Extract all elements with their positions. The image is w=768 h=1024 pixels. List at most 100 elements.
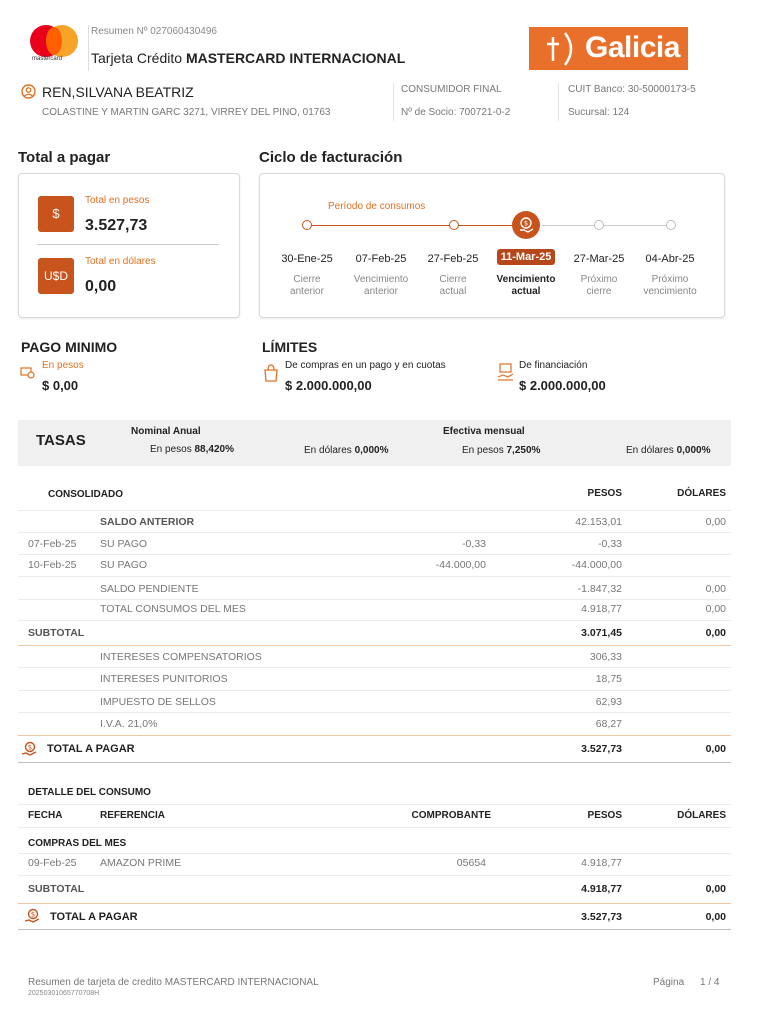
user-icon bbox=[21, 84, 36, 99]
extra-pesos: 306,33 bbox=[589, 651, 622, 663]
row-referencia: AMAZON PRIME bbox=[100, 857, 182, 869]
total-a-pagar-card: $ Total en pesos 3.527,73 U$D Total en d… bbox=[18, 173, 240, 318]
col-dolares-header: DÓLARES bbox=[677, 810, 726, 821]
dolares-amount: 0,00 bbox=[85, 278, 117, 295]
total-pesos: 3.527,73 bbox=[581, 743, 622, 755]
footer-text: Resumen de tarjeta de credito MASTERCARD… bbox=[28, 977, 319, 988]
periodo-label: Período de consumos bbox=[328, 201, 426, 212]
galicia-emblem-icon bbox=[547, 32, 573, 66]
galicia-logo: Galicia bbox=[529, 27, 688, 70]
table-divider-strong bbox=[18, 929, 731, 930]
nominal-pesos-label: En pesos bbox=[150, 444, 192, 455]
timeline-label: anterior bbox=[290, 286, 324, 297]
timeline-line-current bbox=[457, 225, 514, 226]
client-divider-2 bbox=[558, 83, 559, 121]
extra-pesos: 68,27 bbox=[595, 718, 622, 730]
row-dolares: 0,00 bbox=[705, 603, 726, 615]
timeline-item: 30-Ene-25 Cierre anterior bbox=[271, 249, 343, 298]
timeline-label: actual bbox=[439, 286, 467, 297]
table-divider bbox=[18, 532, 731, 533]
limite-financiacion-label: De financiación bbox=[519, 360, 588, 371]
row-comprobante: 05654 bbox=[456, 857, 486, 869]
svg-text:$: $ bbox=[524, 220, 528, 228]
client-divider bbox=[393, 83, 394, 121]
consolidado-title: CONSOLIDADO bbox=[48, 489, 123, 500]
col-dolares-header: DÓLARES bbox=[677, 488, 726, 499]
extra-desc: I.V.A. 21,0% bbox=[100, 718, 158, 730]
row-dolares: 0,00 bbox=[705, 516, 726, 528]
row-fecha: 09-Feb-25 bbox=[28, 857, 77, 869]
total-pesos: 3.527,73 bbox=[581, 911, 622, 923]
table-divider-accent bbox=[18, 735, 731, 736]
timeline-item-active: 11-Mar-25 Vencimiento actual bbox=[490, 247, 562, 298]
extra-desc: INTERESES COMPENSATORIOS bbox=[100, 651, 262, 663]
timeline-item: 27-Mar-25 Próximo cierre bbox=[563, 249, 635, 298]
payment-hand-icon: $ bbox=[520, 217, 534, 233]
client-address: COLASTINE Y MARTIN GARC 3271, VIRREY DEL… bbox=[42, 107, 331, 118]
detalle-title: DETALLE DEL CONSUMO bbox=[28, 787, 151, 798]
table-divider bbox=[18, 690, 731, 691]
table-divider-accent bbox=[18, 645, 731, 646]
timeline-dot-proximo-cierre bbox=[594, 220, 604, 230]
subtotal-label: SUBTOTAL bbox=[28, 883, 85, 895]
timeline-dot-cierre-anterior bbox=[302, 220, 312, 230]
card-title-name: MASTERCARD INTERNACIONAL bbox=[185, 50, 406, 66]
svg-text:$: $ bbox=[31, 911, 35, 919]
dolares-label: Total en dólares bbox=[85, 256, 156, 267]
cash-icon bbox=[20, 367, 35, 379]
resumen-number: Resumen Nº 027060430496 bbox=[91, 26, 217, 37]
efectiva-dolares-label: En dólares bbox=[626, 445, 674, 456]
timeline-label: cierre bbox=[586, 286, 612, 297]
efectiva-dolares-value: 0,000% bbox=[676, 445, 711, 456]
table-divider bbox=[18, 853, 731, 854]
financing-icon bbox=[497, 363, 514, 381]
table-divider bbox=[18, 804, 731, 805]
shopping-bag-icon bbox=[264, 364, 278, 382]
timeline-label: Vencimiento bbox=[496, 274, 556, 285]
group-label: COMPRAS DEL MES bbox=[28, 838, 127, 849]
limites-title: LÍMITES bbox=[262, 339, 318, 355]
nominal-dolares-value: 0,000% bbox=[354, 445, 389, 456]
total-label: TOTAL A PAGAR bbox=[50, 911, 138, 923]
galicia-logo-text: Galicia bbox=[585, 31, 680, 64]
card-divider bbox=[37, 244, 219, 245]
timeline-label: Vencimiento bbox=[353, 274, 409, 285]
row-pesos: 4.918,77 bbox=[581, 857, 622, 869]
row-pesos: -1.847,32 bbox=[577, 583, 622, 595]
timeline-label: Cierre bbox=[439, 274, 467, 285]
table-divider bbox=[18, 599, 731, 600]
pago-minimo-value: $ 0,00 bbox=[42, 378, 79, 393]
subtotal-pesos: 4.918,77 bbox=[581, 883, 622, 895]
timeline-date: 27-Feb-25 bbox=[427, 253, 479, 265]
col-referencia-header: REFERENCIA bbox=[100, 810, 166, 821]
client-name: REN,SILVANA BEATRIZ bbox=[42, 84, 194, 100]
tasas-panel bbox=[18, 420, 731, 466]
footer-code: 20250301065770708H bbox=[28, 990, 100, 997]
col-pesos-header: PESOS bbox=[587, 488, 622, 499]
row-dolares: 0,00 bbox=[705, 583, 726, 595]
row-pesos: 42.153,01 bbox=[575, 516, 622, 528]
table-divider bbox=[18, 554, 731, 555]
table-divider bbox=[18, 827, 731, 828]
nominal-dolares: En dólares 0,000% bbox=[304, 445, 389, 456]
timeline-dot-cierre-actual bbox=[449, 220, 459, 230]
timeline-item: 07-Feb-25 Vencimiento anterior bbox=[345, 249, 417, 298]
col-pesos-header: PESOS bbox=[587, 810, 622, 821]
timeline-label: Próximo bbox=[651, 274, 689, 285]
bank-sucursal: Sucursal: 124 bbox=[568, 107, 630, 118]
row-amount: -0,33 bbox=[462, 538, 486, 550]
limite-compras-value: $ 2.000.000,00 bbox=[285, 378, 372, 393]
timeline-date-active: 11-Mar-25 bbox=[496, 249, 556, 265]
limite-compras-label: De compras en un pago y en cuotas bbox=[285, 360, 446, 371]
row-pesos: -44.000,00 bbox=[571, 559, 622, 571]
ciclo-title: Ciclo de facturación bbox=[259, 149, 403, 166]
timeline-date: 27-Mar-25 bbox=[573, 253, 625, 265]
col-fecha-header: FECHA bbox=[28, 810, 63, 821]
limite-financiacion-value: $ 2.000.000,00 bbox=[519, 378, 606, 393]
svg-text:$: $ bbox=[28, 744, 32, 752]
timeline-label: anterior bbox=[364, 286, 398, 297]
efectiva-pesos-label: En pesos bbox=[462, 445, 504, 456]
timeline-date: 04-Abr-25 bbox=[645, 253, 695, 265]
total-a-pagar-title: Total a pagar bbox=[18, 149, 111, 166]
extra-pesos: 18,75 bbox=[595, 673, 622, 685]
